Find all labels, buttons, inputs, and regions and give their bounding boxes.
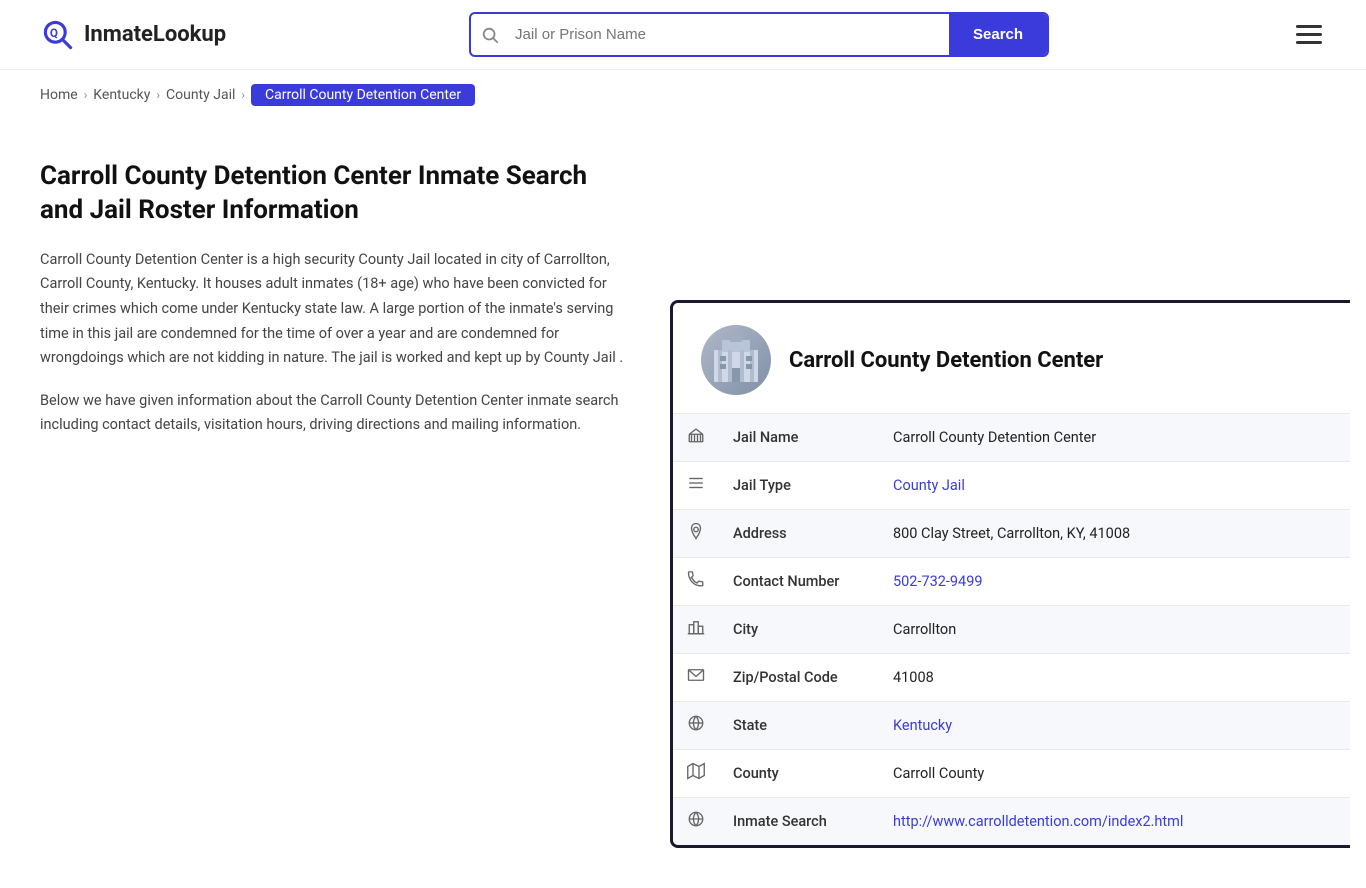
header: Q InmateLookup Search bbox=[0, 0, 1366, 70]
row-value[interactable]: County Jail bbox=[879, 462, 1350, 510]
table-row: Inmate Search http://www.carrolldetentio… bbox=[673, 798, 1350, 846]
logo-text-part1: Inmate bbox=[84, 22, 153, 47]
search-input[interactable] bbox=[509, 16, 949, 53]
main-content: Carroll County Detention Center Inmate S… bbox=[0, 120, 1366, 888]
page-title: Carroll County Detention Center Inmate S… bbox=[40, 160, 630, 228]
table-row: Address 800 Clay Street, Carrollton, KY,… bbox=[673, 510, 1350, 558]
row-value[interactable]: Kentucky bbox=[879, 702, 1350, 750]
description-2: Below we have given information about th… bbox=[40, 389, 630, 438]
breadcrumb-category[interactable]: County Jail bbox=[166, 87, 235, 103]
table-row: Contact Number 502-732-9499 bbox=[673, 558, 1350, 606]
logo-icon: Q bbox=[40, 17, 76, 53]
value-link[interactable]: County Jail bbox=[893, 477, 965, 494]
row-value: Carroll County bbox=[879, 750, 1350, 798]
row-icon bbox=[673, 414, 719, 462]
logo-text: InmateLookup bbox=[84, 22, 226, 47]
row-value: Carroll County Detention Center bbox=[879, 414, 1350, 462]
row-icon bbox=[673, 702, 719, 750]
hamburger-menu[interactable] bbox=[1292, 21, 1326, 48]
row-icon bbox=[673, 606, 719, 654]
row-value: Carrollton bbox=[879, 606, 1350, 654]
logo-text-part2: Lookup bbox=[153, 22, 226, 47]
row-label: Jail Type bbox=[719, 462, 879, 510]
breadcrumb-current: Carroll County Detention Center bbox=[251, 84, 475, 106]
value-text: 800 Clay Street, Carrollton, KY, 41008 bbox=[893, 525, 1130, 542]
table-row: Jail Type County Jail bbox=[673, 462, 1350, 510]
left-content: Carroll County Detention Center Inmate S… bbox=[0, 120, 670, 848]
search-button[interactable]: Search bbox=[949, 14, 1047, 55]
table-row: County Carroll County bbox=[673, 750, 1350, 798]
row-icon bbox=[673, 558, 719, 606]
breadcrumb: Home › Kentucky › County Jail › Carroll … bbox=[0, 70, 1366, 120]
row-label: Inmate Search bbox=[719, 798, 879, 846]
chevron-icon-3: › bbox=[241, 88, 245, 102]
table-row: Jail Name Carroll County Detention Cente… bbox=[673, 414, 1350, 462]
card-header: Carroll County Detention Center bbox=[673, 303, 1350, 413]
row-label: City bbox=[719, 606, 879, 654]
value-link[interactable]: http://www.carrolldetention.com/index2.h… bbox=[893, 813, 1183, 830]
value-text: Carroll County Detention Center bbox=[893, 429, 1096, 446]
row-value: 41008 bbox=[879, 654, 1350, 702]
row-icon bbox=[673, 750, 719, 798]
row-icon bbox=[673, 798, 719, 846]
card-title: Carroll County Detention Center bbox=[789, 348, 1103, 373]
search-bar: Search bbox=[469, 12, 1049, 57]
breadcrumb-state[interactable]: Kentucky bbox=[93, 87, 150, 103]
row-label: Zip/Postal Code bbox=[719, 654, 879, 702]
table-row: Zip/Postal Code 41008 bbox=[673, 654, 1350, 702]
row-value[interactable]: 502-732-9499 bbox=[879, 558, 1350, 606]
table-row: State Kentucky bbox=[673, 702, 1350, 750]
facility-card: Carroll County Detention Center Jail Nam… bbox=[670, 300, 1350, 848]
value-link[interactable]: 502-732-9499 bbox=[893, 573, 983, 590]
search-icon-wrap bbox=[471, 26, 509, 44]
search-icon bbox=[481, 26, 499, 44]
row-label: Address bbox=[719, 510, 879, 558]
row-icon bbox=[673, 510, 719, 558]
info-table: Jail Name Carroll County Detention Cente… bbox=[673, 413, 1350, 845]
chevron-icon-1: › bbox=[84, 88, 88, 102]
row-label: Contact Number bbox=[719, 558, 879, 606]
value-link[interactable]: Kentucky bbox=[893, 717, 952, 734]
value-text: Carrollton bbox=[893, 621, 956, 638]
row-icon bbox=[673, 462, 719, 510]
building-icon bbox=[706, 330, 766, 390]
row-label: Jail Name bbox=[719, 414, 879, 462]
table-row: City Carrollton bbox=[673, 606, 1350, 654]
value-text: 41008 bbox=[893, 669, 934, 686]
row-label: County bbox=[719, 750, 879, 798]
row-icon bbox=[673, 654, 719, 702]
row-value: 800 Clay Street, Carrollton, KY, 41008 bbox=[879, 510, 1350, 558]
breadcrumb-home[interactable]: Home bbox=[40, 87, 78, 103]
chevron-icon-2: › bbox=[156, 88, 160, 102]
row-value[interactable]: http://www.carrolldetention.com/index2.h… bbox=[879, 798, 1350, 846]
description-1: Carroll County Detention Center is a hig… bbox=[40, 248, 630, 371]
row-label: State bbox=[719, 702, 879, 750]
svg-text:Q: Q bbox=[50, 25, 58, 39]
facility-image bbox=[701, 325, 771, 395]
logo[interactable]: Q InmateLookup bbox=[40, 17, 226, 53]
